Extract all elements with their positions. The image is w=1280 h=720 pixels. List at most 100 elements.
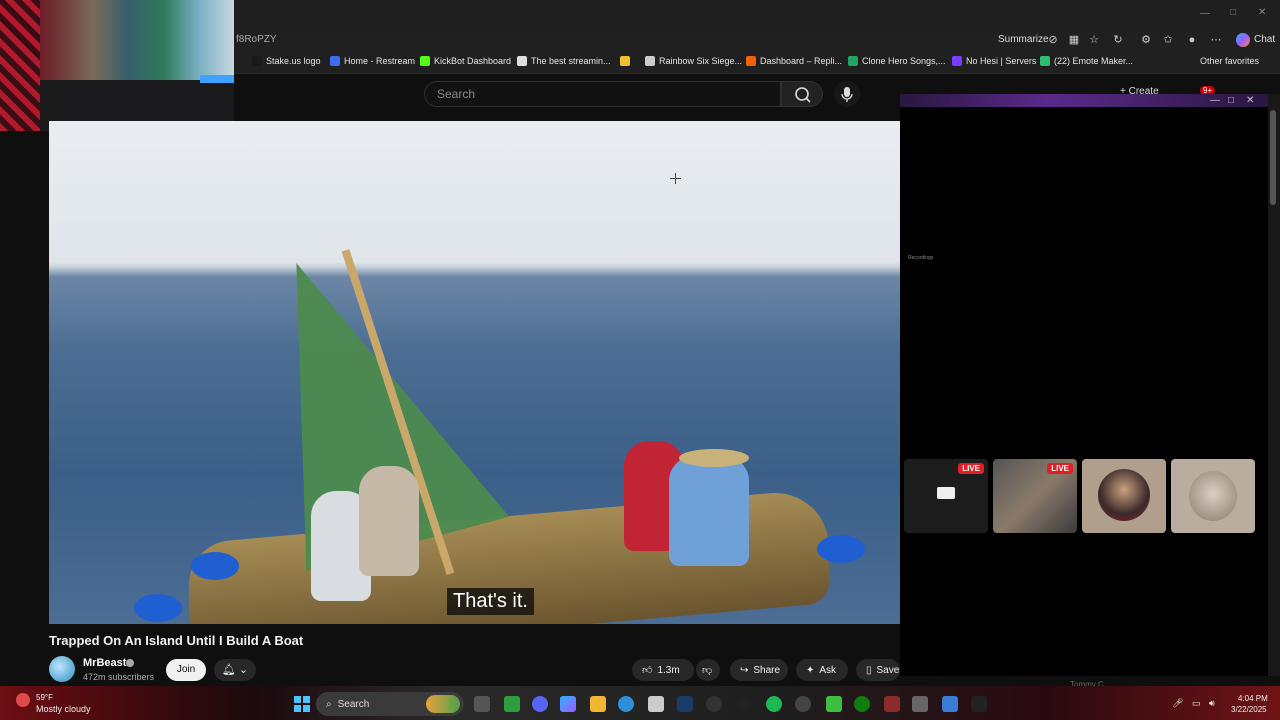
taskbar-search-label: Search — [337, 698, 370, 710]
channel-avatar[interactable] — [49, 656, 75, 682]
start-button[interactable] — [294, 696, 310, 712]
share-label: Share — [753, 664, 781, 676]
summarize-button[interactable]: Summarize — [998, 34, 1049, 45]
discord-icon[interactable] — [532, 696, 548, 712]
refresh-icon[interactable]: ↻ — [1110, 32, 1126, 48]
yellow-app-icon — [620, 56, 630, 66]
bookmark-item[interactable]: Stake.us logo — [252, 56, 321, 66]
voice-search-button[interactable] — [834, 81, 860, 107]
taskbar-search[interactable]: ⌕ Search — [316, 692, 464, 716]
video-player[interactable] — [49, 121, 900, 624]
search-box — [424, 81, 781, 107]
notification-bell-button[interactable]: 🔔︎ ⌄ — [214, 659, 256, 681]
subscriber-count: 472m subscribers — [83, 672, 155, 682]
minimize-window-button[interactable]: — — [1200, 8, 1210, 19]
straw-hat — [679, 449, 749, 467]
bookmark-item[interactable]: (22) Emote Maker... — [1040, 56, 1133, 66]
bookmark-item[interactable]: No Hesi | Servers — [952, 56, 1036, 66]
bookmark-item[interactable]: KickBot Dashboard — [420, 56, 511, 66]
dislike-button[interactable]: 👎︎ — [696, 659, 720, 681]
bookmark-item[interactable] — [620, 56, 634, 66]
monitor-icon — [937, 487, 955, 499]
spotify-icon[interactable] — [766, 696, 782, 712]
weather-description[interactable]: Mostly cloudy — [36, 704, 91, 714]
bell-icon: 🔔︎ — [221, 664, 236, 676]
thumbnail-screen[interactable]: LIVE — [904, 459, 988, 533]
task-view-icon[interactable] — [474, 696, 490, 712]
bookmark-item[interactable]: Dashboard – Repli... — [746, 56, 842, 66]
settings-icon[interactable] — [736, 696, 752, 712]
webcam-overlay — [0, 0, 234, 131]
verified-badge-icon — [126, 659, 134, 667]
like-count: 1.3m — [657, 664, 680, 676]
favorite-star-icon[interactable]: ☆ — [1086, 32, 1102, 48]
mic-tray-icon[interactable]: 🎤︎ — [1172, 698, 1183, 709]
popup-close-button[interactable]: ✕ — [1246, 95, 1254, 106]
nvidia-icon[interactable] — [504, 696, 520, 712]
steam-icon[interactable] — [677, 696, 693, 712]
sparkle-icon: ✦ — [806, 664, 815, 676]
copilot-app-icon[interactable] — [560, 696, 576, 712]
thumbnail-stream-gamer[interactable]: LIVE — [993, 459, 1077, 533]
network-tray-icon[interactable]: ▭ — [1192, 698, 1201, 709]
bookmark-item[interactable]: The best streamin... — [517, 56, 611, 66]
store-icon[interactable] — [648, 696, 664, 712]
profile-avatar-icon[interactable]: ● — [1184, 32, 1200, 48]
other-favorites[interactable]: Other favorites — [1200, 56, 1259, 66]
popup-maximize-button[interactable]: □ — [1228, 95, 1234, 106]
search-button[interactable] — [781, 81, 823, 107]
person-back — [359, 466, 419, 576]
favorites-icon[interactable]: ✩ — [1160, 32, 1176, 48]
apps-icon[interactable]: ▦ — [1066, 32, 1082, 48]
led-light — [200, 75, 234, 83]
app-icon[interactable] — [942, 696, 958, 712]
like-button[interactable]: 👍︎ 1.3m — [632, 659, 694, 681]
person-blue-shirt — [669, 456, 749, 566]
weather-temperature[interactable]: 59°F — [36, 693, 53, 702]
close-window-button[interactable]: ✕ — [1258, 7, 1266, 18]
bookmark-item[interactable]: Rainbow Six Siege... — [645, 56, 742, 66]
bookmark-item[interactable]: Clone Hero Songs,... — [848, 56, 946, 66]
app-icon[interactable] — [884, 696, 900, 712]
app-icon[interactable] — [912, 696, 928, 712]
clock-date[interactable]: 3/22/2025 — [1231, 705, 1267, 714]
blue-paddle — [134, 594, 182, 622]
thumbs-up-icon: 👍︎ — [642, 665, 653, 676]
url-text[interactable]: f8RoPZY — [236, 34, 277, 45]
app-icon[interactable] — [971, 696, 987, 712]
thumbnail-basketball-player[interactable] — [1082, 459, 1166, 533]
4k-app-icon[interactable] — [795, 696, 811, 712]
ask-button[interactable]: ✦ Ask — [796, 659, 848, 681]
join-button[interactable]: Join — [166, 659, 206, 681]
edge-icon[interactable] — [618, 696, 634, 712]
s-icon — [252, 56, 262, 66]
bookmark-label: No Hesi | Servers — [966, 56, 1037, 66]
copilot-icon[interactable] — [1236, 33, 1250, 47]
obs-icon[interactable] — [706, 696, 722, 712]
thumbnail-monkey[interactable] — [1171, 459, 1255, 533]
diamond-icon — [517, 56, 527, 66]
save-button[interactable]: ▯ Save — [856, 659, 900, 681]
maximize-window-button[interactable]: □ — [1230, 7, 1236, 18]
search-input[interactable] — [425, 82, 780, 106]
file-explorer-icon[interactable] — [590, 696, 606, 712]
b-app-icon[interactable] — [826, 696, 842, 712]
more-menu-icon[interactable]: ⋯ — [1208, 32, 1224, 48]
volume-tray-icon[interactable]: 🔊︎ — [1209, 698, 1215, 709]
share-button[interactable]: ↪ Share — [730, 659, 788, 681]
scrollbar-thumb[interactable] — [1270, 110, 1276, 205]
live-badge: LIVE — [958, 463, 984, 474]
replit-icon — [746, 56, 756, 66]
clock-time[interactable]: 4:04 PM — [1238, 694, 1268, 703]
popup-minimize-button[interactable]: — — [1210, 95, 1220, 106]
chat-button[interactable]: Chat — [1254, 34, 1275, 45]
extensions-icon[interactable]: ⚙ — [1138, 32, 1154, 48]
weather-icon[interactable] — [16, 693, 30, 707]
wall-poster — [0, 0, 40, 131]
bookmark-label: Dashboard – Repli... — [760, 56, 843, 66]
bookmark-item[interactable]: Home - Restream — [330, 56, 415, 66]
emote-icon — [1040, 56, 1050, 66]
six-icon — [645, 56, 655, 66]
xbox-icon[interactable] — [854, 696, 870, 712]
channel-name[interactable]: MrBeast — [83, 657, 126, 669]
